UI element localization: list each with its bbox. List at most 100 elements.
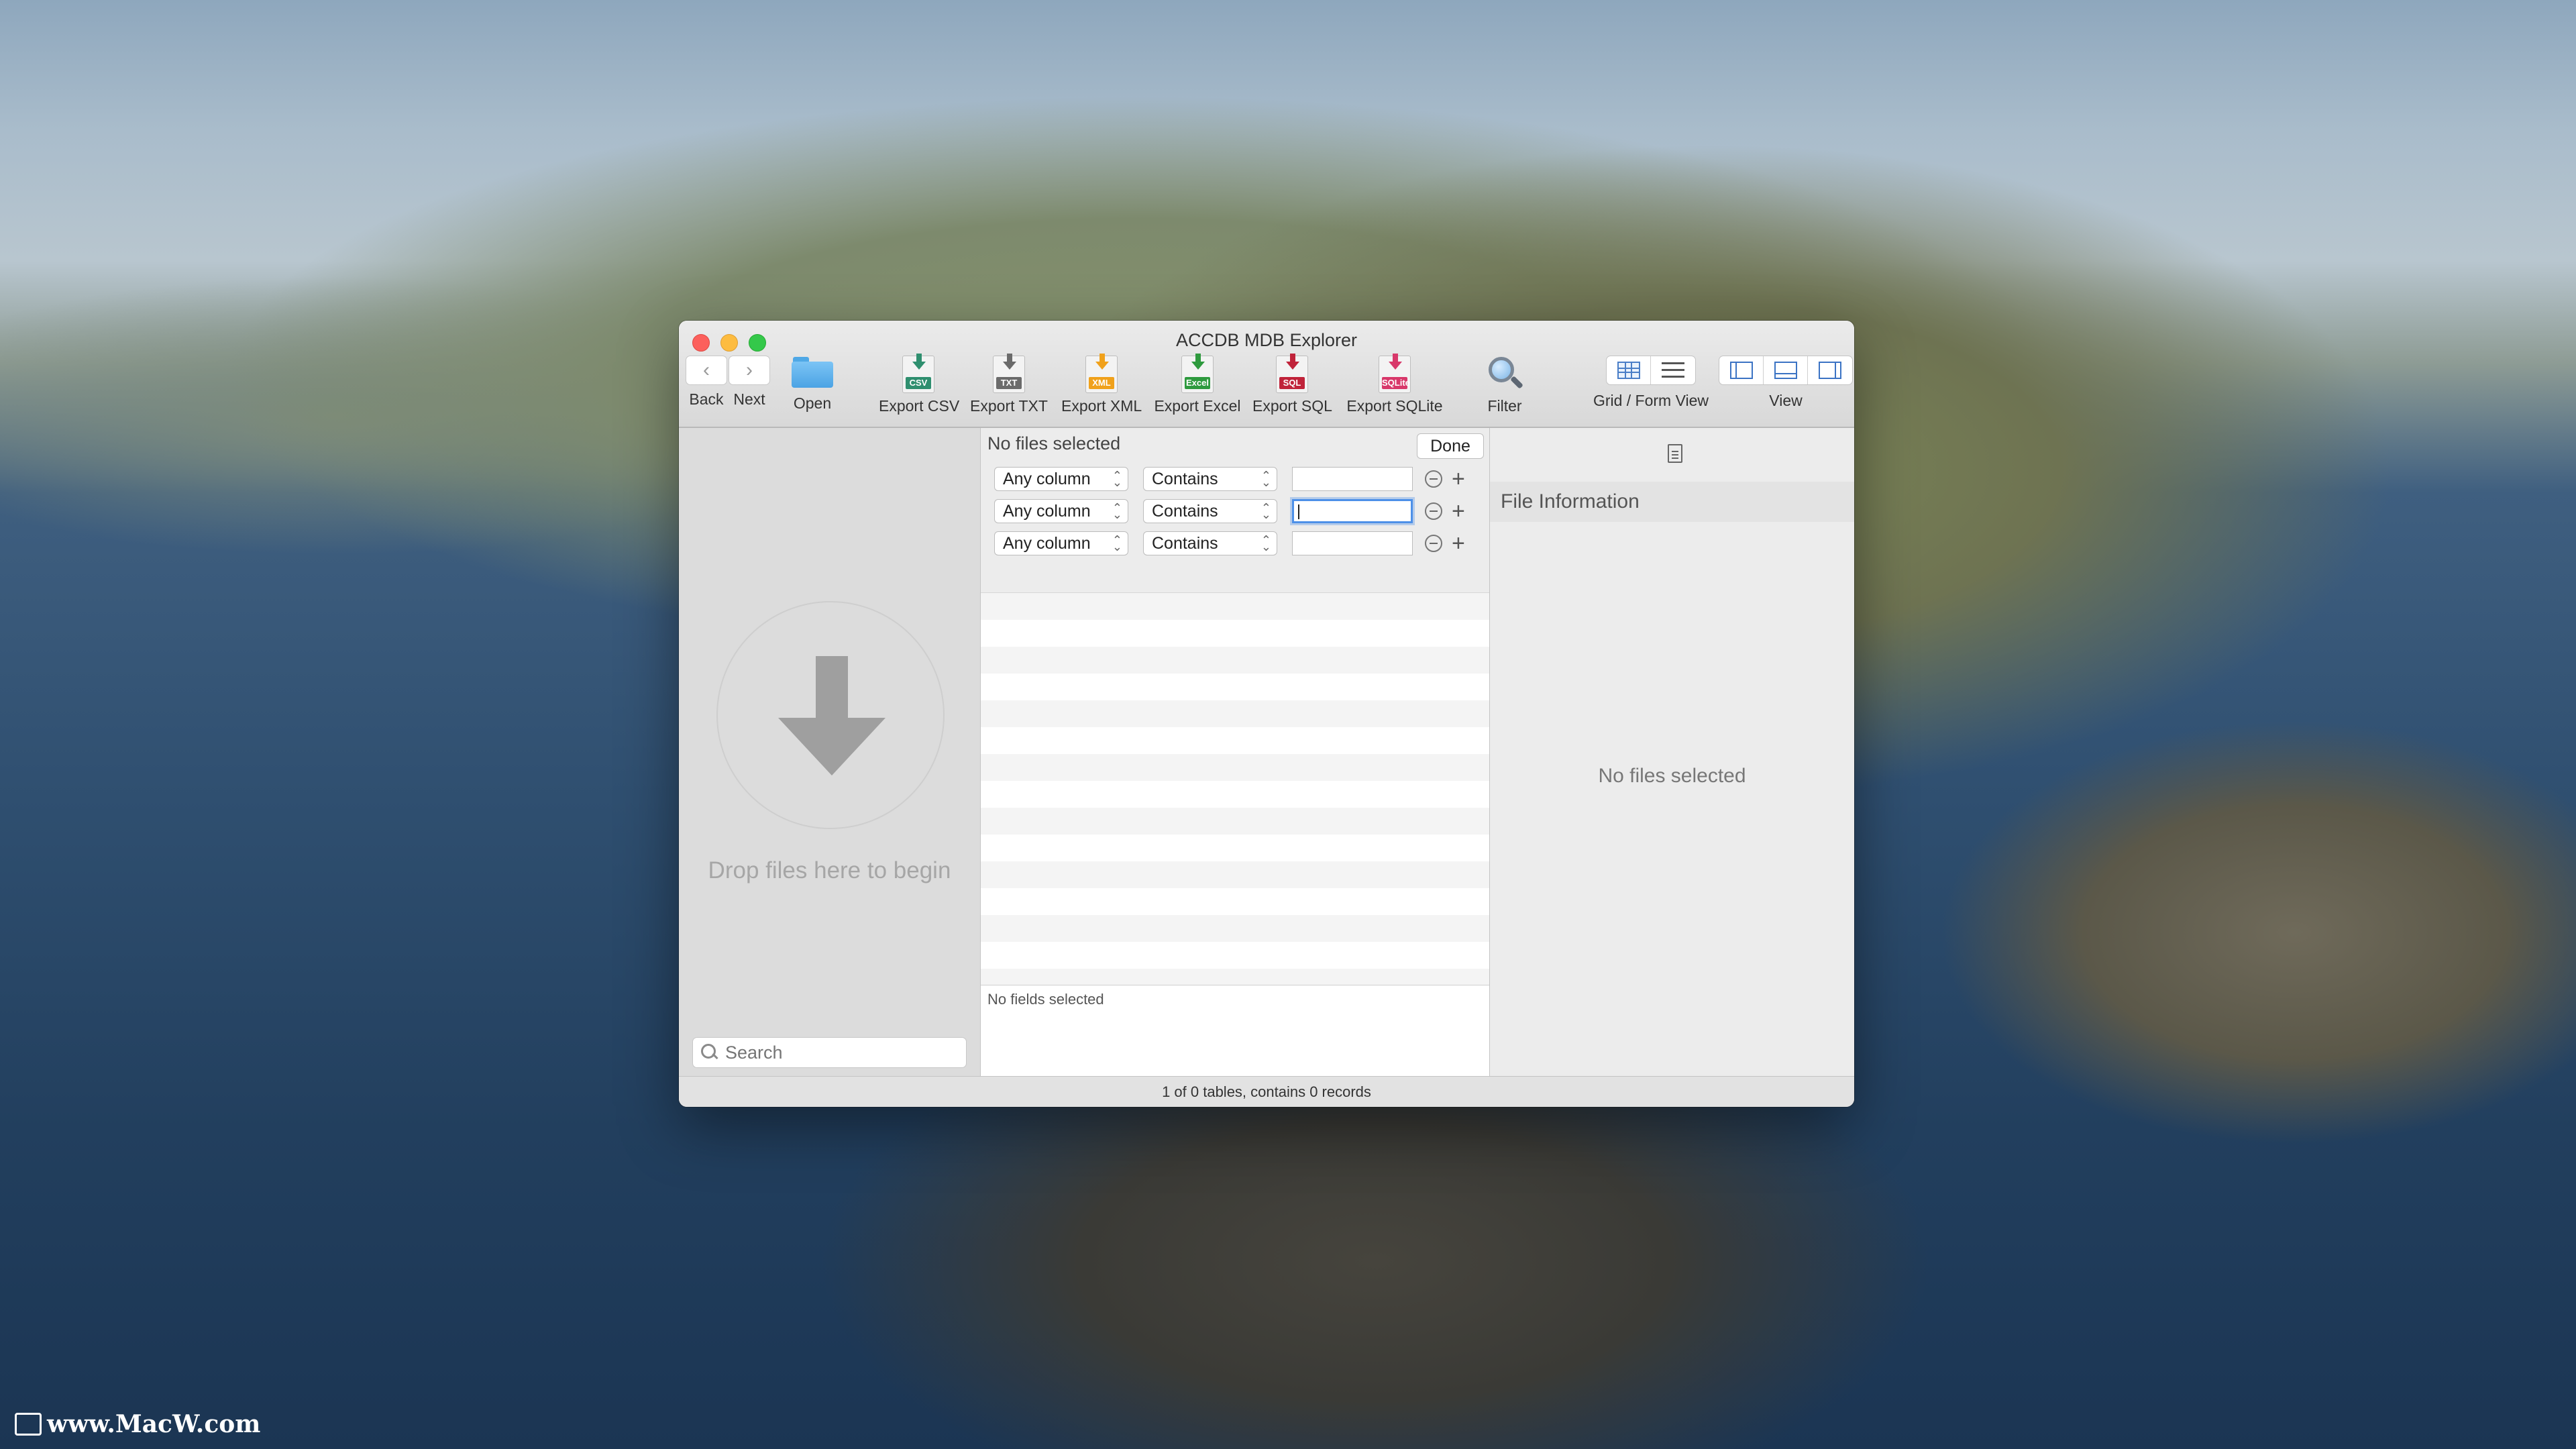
- column-select[interactable]: Any column ⌃ ⌄: [994, 499, 1128, 523]
- updown-chevron-icon: ⌃ ⌄: [1112, 533, 1122, 553]
- titlebar: ACCDB MDB Explorer ‹ Back › Next Open CS…: [679, 321, 1854, 428]
- export-xml-label: Export XML: [1061, 397, 1142, 415]
- column-select[interactable]: Any column ⌃ ⌄: [994, 467, 1128, 491]
- operator-select[interactable]: Contains ⌃ ⌄: [1143, 531, 1277, 555]
- export-txt-label: Export TXT: [970, 397, 1048, 415]
- file-information-header: File Information: [1490, 482, 1854, 522]
- updown-chevron-icon: ⌃ ⌄: [1260, 533, 1271, 553]
- updown-chevron-icon: ⌃ ⌄: [1112, 469, 1122, 489]
- table-row: [981, 674, 1489, 700]
- operator-select-value: Contains: [1152, 469, 1218, 488]
- table-row: [981, 754, 1489, 781]
- table-row: [981, 700, 1489, 727]
- grid-view-button[interactable]: [1607, 356, 1651, 384]
- operator-select-value: Contains: [1152, 533, 1218, 553]
- column-select-value: Any column: [1003, 501, 1091, 521]
- status-bar: 1 of 0 tables, contains 0 records: [679, 1076, 1854, 1107]
- filter-button[interactable]: Filter: [1481, 356, 1528, 415]
- table-row: [981, 620, 1489, 647]
- filter-value-input-focused[interactable]: [1292, 499, 1413, 523]
- column-select[interactable]: Any column ⌃ ⌄: [994, 531, 1128, 555]
- export-csv-button[interactable]: CSV Export CSV: [879, 354, 960, 415]
- monitor-icon: [15, 1413, 42, 1436]
- view-label: View: [1769, 392, 1803, 409]
- filter-label: Filter: [1487, 397, 1522, 415]
- txt-file-icon: TXT: [993, 354, 1025, 393]
- back-label: Back: [689, 390, 724, 408]
- export-sql-button[interactable]: SQL Export SQL: [1252, 354, 1332, 415]
- view-control: View: [1719, 356, 1853, 410]
- toggle-inspector-button[interactable]: [1808, 356, 1852, 384]
- toggle-bottom-pane-button[interactable]: [1764, 356, 1808, 384]
- next-label: Next: [733, 390, 765, 408]
- next-button[interactable]: › Next: [729, 356, 770, 409]
- records-table[interactable]: [981, 593, 1489, 1009]
- add-row-button[interactable]: +: [1452, 500, 1465, 523]
- inspector-panel: File Information No files selected: [1489, 428, 1854, 1076]
- table-row: [981, 942, 1489, 969]
- csv-file-icon: CSV: [902, 354, 934, 393]
- list-icon: [1662, 362, 1684, 378]
- drop-zone[interactable]: [716, 601, 945, 829]
- updown-chevron-icon: ⌃ ⌄: [1260, 501, 1271, 521]
- filter-row: Any column ⌃ ⌄ Contains ⌃ ⌄ +: [994, 530, 1465, 557]
- filter-header: No files selected: [987, 433, 1121, 453]
- export-excel-label: Export Excel: [1154, 397, 1241, 415]
- remove-row-button[interactable]: [1425, 470, 1442, 488]
- filter-row: Any column ⌃ ⌄ Contains ⌃ ⌄ +: [994, 498, 1465, 525]
- toolbar: ‹ Back › Next Open CSV Export CSV TXT Ex…: [686, 354, 1853, 423]
- grid-form-view-control: Grid / Form View: [1589, 356, 1713, 410]
- open-label: Open: [793, 394, 832, 412]
- table-row: [981, 727, 1489, 754]
- operator-select[interactable]: Contains ⌃ ⌄: [1143, 499, 1277, 523]
- export-excel-button[interactable]: Excel Export Excel: [1154, 354, 1241, 415]
- grid-icon: [1617, 362, 1640, 379]
- column-select-value: Any column: [1003, 469, 1091, 488]
- search-icon: [701, 1044, 718, 1061]
- search-input[interactable]: [725, 1042, 947, 1063]
- inspector-empty-text: No files selected: [1598, 765, 1746, 787]
- filter-value-input[interactable]: [1292, 531, 1413, 555]
- chevron-right-icon: ›: [729, 356, 770, 385]
- magnifier-icon: [1486, 356, 1523, 393]
- document-icon[interactable]: [1668, 444, 1682, 463]
- updown-chevron-icon: ⌃ ⌄: [1260, 469, 1271, 489]
- search-field[interactable]: [692, 1037, 967, 1068]
- table-row: [981, 593, 1489, 620]
- toggle-sidebar-button[interactable]: [1719, 356, 1764, 384]
- sqlite-file-icon: SQLite: [1379, 354, 1411, 393]
- right-pane-icon: [1819, 362, 1841, 379]
- add-row-button[interactable]: +: [1452, 468, 1465, 490]
- xml-file-icon: XML: [1085, 354, 1118, 393]
- watermark-text: www.MacW.com: [47, 1410, 261, 1438]
- table-row: [981, 781, 1489, 808]
- fields-panel: No fields selected: [981, 985, 1489, 1076]
- sql-file-icon: SQL: [1276, 354, 1308, 393]
- table-row: [981, 861, 1489, 888]
- app-window: ACCDB MDB Explorer ‹ Back › Next Open CS…: [679, 321, 1854, 1107]
- remove-row-button[interactable]: [1425, 535, 1442, 552]
- grid-form-view-label: Grid / Form View: [1593, 392, 1709, 409]
- open-button[interactable]: Open: [792, 356, 833, 413]
- operator-select-value: Contains: [1152, 501, 1218, 521]
- table-row: [981, 647, 1489, 674]
- export-csv-label: Export CSV: [879, 397, 960, 415]
- export-txt-button[interactable]: TXT Export TXT: [969, 354, 1049, 415]
- export-sqlite-label: Export SQLite: [1346, 397, 1443, 415]
- filter-value-input[interactable]: [1292, 467, 1413, 491]
- filter-row: Any column ⌃ ⌄ Contains ⌃ ⌄ +: [994, 466, 1465, 492]
- export-sql-label: Export SQL: [1252, 397, 1332, 415]
- add-row-button[interactable]: +: [1452, 532, 1465, 555]
- export-xml-button[interactable]: XML Export XML: [1061, 354, 1142, 415]
- table-area: No files selected Done Any column ⌃ ⌄ Cont…: [981, 428, 1489, 1076]
- folder-icon: [792, 357, 833, 388]
- watermark: www.MacW.com: [15, 1410, 260, 1438]
- done-button[interactable]: Done: [1417, 433, 1484, 459]
- grid-form-segmented: [1606, 356, 1696, 385]
- drop-files-text: Drop files here to begin: [708, 857, 951, 883]
- form-view-button[interactable]: [1651, 356, 1695, 384]
- operator-select[interactable]: Contains ⌃ ⌄: [1143, 467, 1277, 491]
- back-button[interactable]: ‹ Back: [686, 356, 727, 409]
- export-sqlite-button[interactable]: SQLite Export SQLite: [1346, 354, 1444, 415]
- remove-row-button[interactable]: [1425, 502, 1442, 520]
